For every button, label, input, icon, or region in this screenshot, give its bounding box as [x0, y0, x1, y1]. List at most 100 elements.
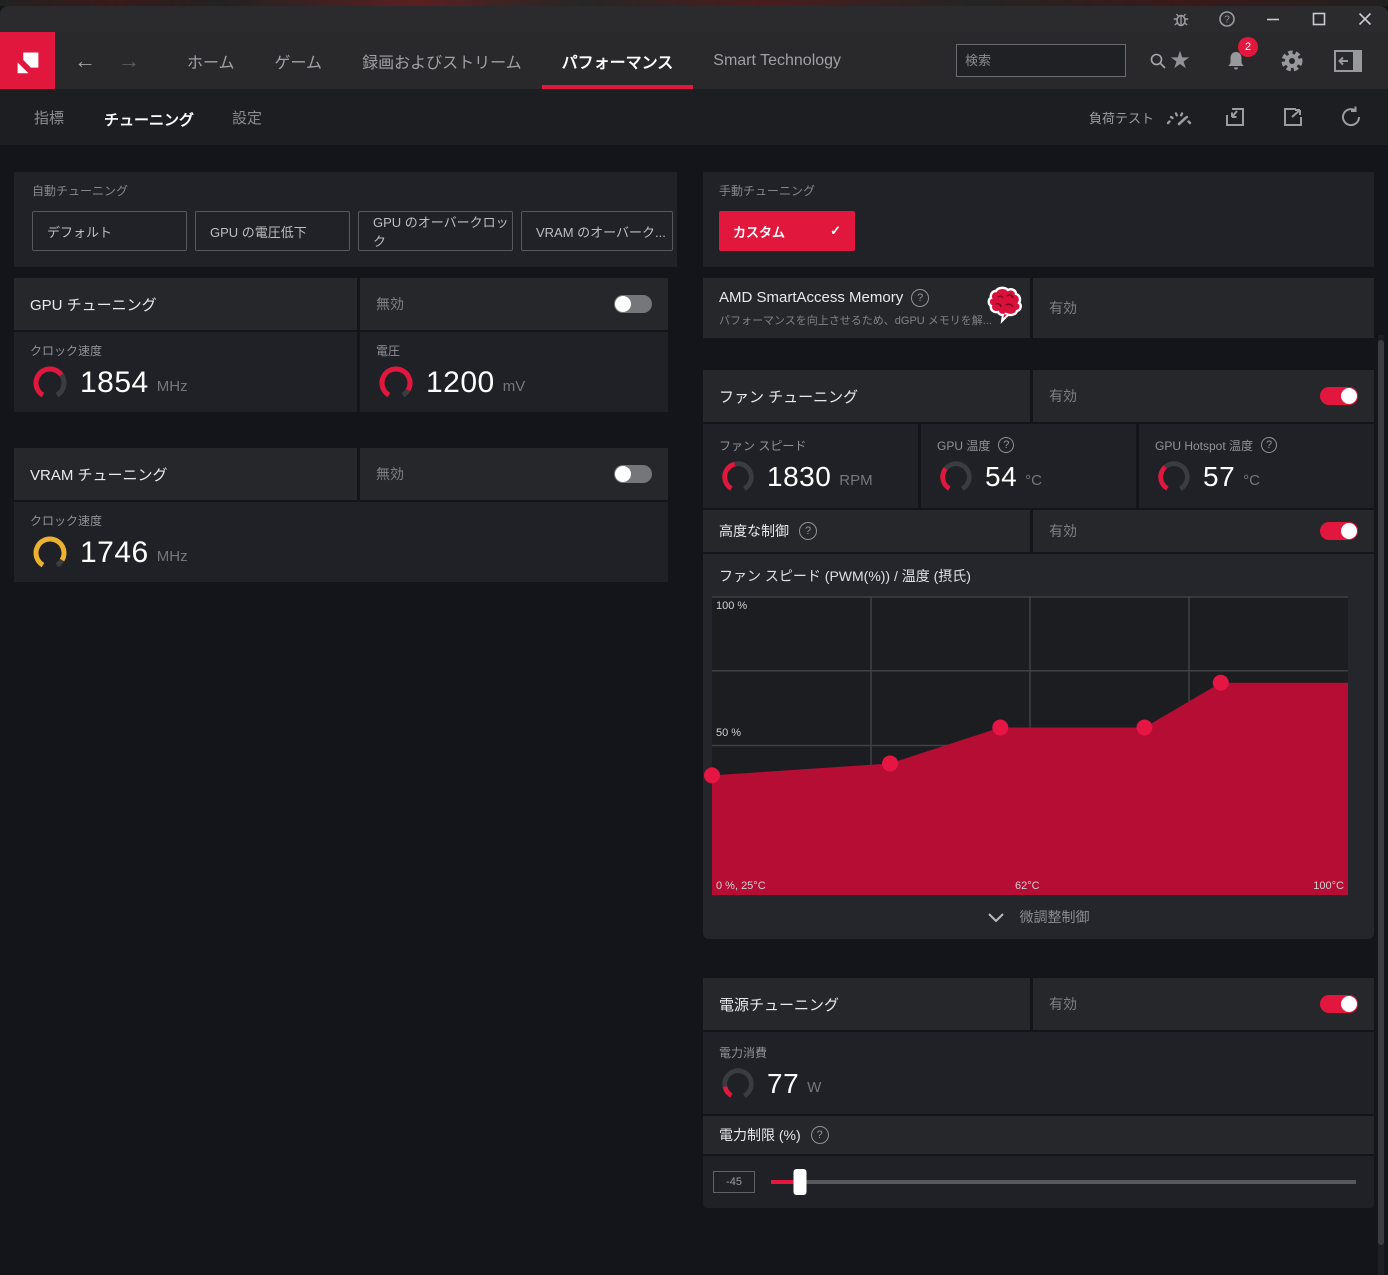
fan-tuning-header: ファン チューニング 有効 [703, 370, 1374, 422]
vram-clock-value: 1746 [80, 535, 149, 569]
notifications-button[interactable]: 2 [1216, 36, 1258, 81]
vram-tuning-toggle[interactable] [614, 465, 652, 483]
back-button[interactable]: ← [63, 32, 107, 89]
tab-tuning[interactable]: チューニング [84, 89, 212, 145]
maximize-icon [1312, 12, 1326, 26]
close-button[interactable] [1342, 6, 1388, 32]
overclock-vram-button[interactable]: VRAM のオーバーク... [521, 211, 673, 251]
tab-metrics[interactable]: 指標 [16, 89, 82, 145]
fan-curve-point[interactable] [992, 719, 1009, 736]
gpu-clock-stat: クロック速度 1854 MHz [14, 342, 188, 403]
advanced-control-help-icon[interactable]: ? [799, 522, 817, 540]
nav-item-games[interactable]: ゲーム [255, 32, 343, 89]
navbar-right: ★ 2 [956, 32, 1388, 89]
chevron-down-icon [987, 912, 1004, 922]
fan-curve-point[interactable] [882, 755, 899, 772]
gpu-voltage-unit: mV [502, 378, 526, 395]
smart-access-help-icon[interactable]: ? [911, 288, 930, 307]
hotspot-temp-help-icon[interactable]: ? [1261, 437, 1278, 453]
fan-curve-point[interactable] [1212, 674, 1229, 691]
power-consumption-stat: 電力消費 77 W [703, 1044, 821, 1103]
scrollbar-thumb[interactable] [1378, 340, 1384, 1245]
custom-preset-button[interactable]: カスタム ✓ [719, 211, 855, 251]
fan-curve-point[interactable] [704, 767, 720, 784]
fan-speed-unit: RPM [839, 472, 873, 489]
amd-arrow-icon [17, 52, 38, 73]
power-tuning-header: 電源チューニング 有効 [703, 978, 1374, 1030]
export-profile-button[interactable] [1276, 100, 1310, 134]
advanced-control-row: 高度な制御 ? 有効 [703, 510, 1374, 552]
power-gauge-icon [722, 1067, 754, 1100]
vram-tuning-state: 無効 [376, 466, 404, 482]
hotspot-temp-gauge-icon [1158, 460, 1190, 493]
manual-tuning-panel: 手動チューニング カスタム ✓ [703, 172, 1374, 267]
brain-icon [986, 283, 1024, 330]
smart-access-state: 有効 [1049, 300, 1077, 316]
speedometer-icon [1166, 112, 1192, 126]
power-limit-slider-thumb[interactable] [793, 1169, 807, 1195]
gpu-tuning-toggle[interactable] [614, 295, 652, 313]
search-input[interactable] [957, 53, 1149, 68]
gpu-voltage-stat: 電圧 1200 mV [360, 342, 525, 403]
power-consumption-unit: W [807, 1079, 822, 1096]
nav-item-home[interactable]: ホーム [167, 32, 255, 89]
gpu-clock-gauge-icon [33, 366, 67, 399]
fan-tuning-toggle[interactable] [1320, 387, 1358, 405]
help-button[interactable]: ? [1204, 6, 1250, 32]
power-limit-row: 電力制限 (%) ? [703, 1116, 1374, 1154]
gpu-clock-unit: MHz [156, 378, 188, 395]
bug-report-button[interactable] [1158, 6, 1204, 32]
default-button[interactable]: デフォルト [32, 211, 187, 251]
power-limit-value-box[interactable]: -45 [713, 1171, 755, 1193]
smart-access-card: AMD SmartAccess Memory ? パフォーマンスを向上させるため… [703, 278, 1374, 338]
nav-items: ホーム ゲーム 録画およびストリーム パフォーマンス Smart Technol… [167, 32, 861, 89]
xtick-min: 0 %, 25°C [716, 880, 766, 892]
vram-clock-stat: クロック速度 1746 MHz [14, 512, 188, 573]
power-limit-help-icon[interactable]: ? [810, 1126, 829, 1144]
collapse-panel-button[interactable] [1328, 41, 1368, 81]
import-profile-icon [1226, 108, 1244, 126]
vram-tuning-body: クロック速度 1746 MHz [14, 502, 668, 582]
tab-settings[interactable]: 設定 [214, 89, 280, 145]
minimize-icon [1267, 18, 1279, 21]
load-profile-button[interactable] [1218, 100, 1252, 134]
gpu-clock-label: クロック速度 [30, 343, 103, 358]
fan-speed-label: ファン スピード [719, 438, 807, 453]
vram-tuning-title: VRAM チューニング [30, 466, 168, 484]
settings-button[interactable] [1272, 41, 1312, 81]
amd-logo[interactable] [0, 32, 55, 89]
maximize-button[interactable] [1296, 6, 1342, 32]
reset-button[interactable] [1334, 100, 1368, 134]
power-limit-slider[interactable] [771, 1169, 1356, 1195]
fine-tune-expander[interactable]: 微調整制御 [703, 895, 1374, 939]
manual-tuning-title: 手動チューニング [719, 184, 816, 198]
close-icon [1358, 12, 1372, 26]
fan-curve-point[interactable] [1136, 719, 1153, 736]
fan-curve-plot: 100 % 50 % 0 %, 25°C 62°C 100°C [704, 596, 1348, 895]
nav-item-smart-technology[interactable]: Smart Technology [693, 32, 861, 89]
hotspot-temp-stat: GPU Hotspot 温度? 57 °C [1139, 437, 1278, 496]
overclock-gpu-button[interactable]: GPU のオーバークロック [358, 211, 513, 251]
minimize-button[interactable] [1250, 6, 1296, 32]
fan-tuning-state: 有効 [1049, 388, 1077, 404]
fan-speed-value: 1830 [767, 460, 832, 492]
reset-undo-icon [1342, 106, 1361, 127]
gpu-clock-value: 1854 [80, 365, 149, 399]
performance-subnav: 指標 チューニング 設定 負荷テスト [0, 89, 1388, 145]
advanced-control-toggle[interactable] [1320, 522, 1358, 540]
hotspot-temp-value: 57 [1203, 460, 1236, 492]
gpu-voltage-value: 1200 [426, 365, 495, 399]
favorites-button[interactable]: ★ [1160, 41, 1200, 81]
collapse-panel-icon [1334, 49, 1362, 72]
gpu-temp-value: 54 [985, 460, 1018, 492]
power-limit-slider-row: -45 [703, 1156, 1374, 1208]
forward-button[interactable]: → [107, 32, 151, 89]
gpu-temp-help-icon[interactable]: ? [998, 437, 1015, 453]
stress-test-button[interactable]: 負荷テスト [1089, 105, 1194, 129]
nav-item-record-stream[interactable]: 録画およびストリーム [342, 32, 542, 89]
nav-item-performance[interactable]: パフォーマンス [541, 32, 694, 89]
main-navbar: ← → ホーム ゲーム 録画およびストリーム パフォーマンス Smart Tec… [0, 32, 1388, 89]
undervolt-gpu-button[interactable]: GPU の電圧低下 [195, 211, 350, 251]
gpu-temp-stat: GPU 温度? 54 °C [921, 437, 1042, 496]
power-tuning-toggle[interactable] [1320, 995, 1358, 1013]
